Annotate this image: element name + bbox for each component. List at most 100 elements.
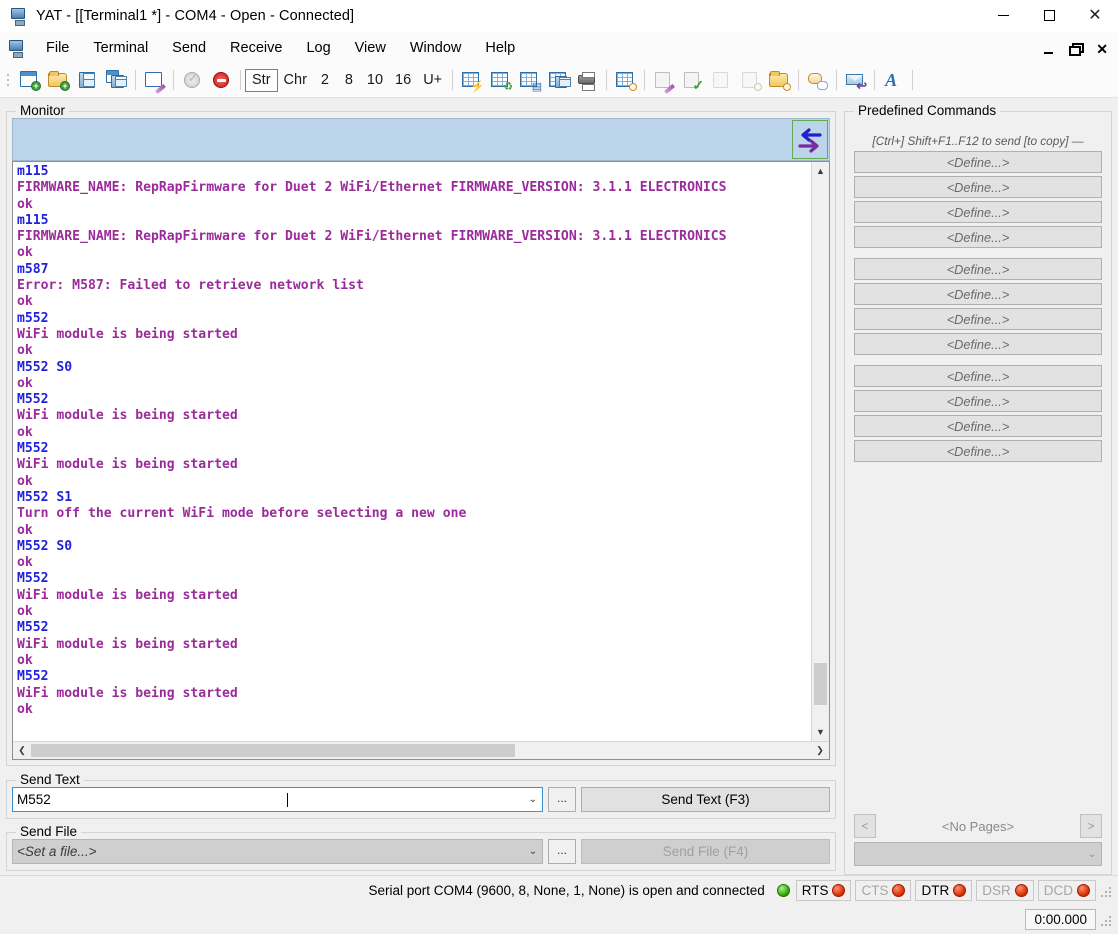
predefined-command-button-12[interactable]: <Define...> [854,440,1102,462]
signal-indicator-rts[interactable]: RTS [795,880,852,901]
terminal-horizontal-scrollbar[interactable]: ❮ ❯ [13,741,829,759]
predefined-button-group-1: <Define...> <Define...> <Define...> <Define… [854,151,1102,248]
scroll-up-icon[interactable]: ▲ [812,162,829,180]
send-text-group: Send Text M552 ⌄ ... Send Text (F3) [6,772,836,819]
send-file-value[interactable]: <Set a file...> [13,844,524,859]
signal-indicator-cts: CTS [855,880,912,901]
chevron-down-icon[interactable]: ⌄ [524,840,542,863]
menu-item-log[interactable]: Log [294,36,342,60]
predefined-command-button-8[interactable]: <Define...> [854,333,1102,355]
predefined-command-button-7[interactable]: <Define...> [854,308,1102,330]
send-text-input[interactable]: M552 ⌄ [12,787,543,812]
window-close-button[interactable]: ✕ [1072,0,1118,32]
terminal-line: ok [17,343,33,359]
terminal-line: ok [17,196,33,212]
predefined-command-button-1[interactable]: <Define...> [854,151,1102,173]
send-text-browse-button[interactable]: ... [548,787,576,812]
save-monitor-icon[interactable] [544,66,573,94]
send-text-button[interactable]: Send Text (F3) [581,787,830,812]
vertical-scroll-thumb[interactable] [814,663,827,705]
radix-bin-button[interactable]: 2 [313,69,337,92]
log-validate-icon[interactable]: ✓ [678,66,707,94]
menu-item-help[interactable]: Help [473,36,527,60]
toolbar-separator [874,70,876,90]
radix-dec-button[interactable]: 10 [361,69,389,92]
save-terminal-icon[interactable] [73,66,102,94]
predefined-command-button-4[interactable]: <Define...> [854,226,1102,248]
radix-chr-button[interactable]: Chr [278,69,313,92]
autoresponse-icon[interactable] [803,66,832,94]
chevron-down-icon[interactable]: ⌄ [524,788,542,811]
window-minimize-button[interactable] [980,0,1026,32]
mdi-restore-icon[interactable] [1069,40,1085,56]
stop-terminal-icon[interactable] [207,66,236,94]
log-open-directory-icon[interactable] [765,66,794,94]
signal-label: RTS [801,883,829,898]
format-font-icon[interactable]: A [879,66,908,94]
scroll-right-icon[interactable]: ❯ [811,742,829,759]
status-message: Serial port COM4 (9600, 8, None, 1, None… [368,883,765,898]
horizontal-scroll-thumb[interactable] [31,744,515,757]
terminal-vertical-scrollbar[interactable]: ▲ ▼ [811,162,829,741]
terminal-line: m115 [17,164,49,179]
menu-item-send[interactable]: Send [160,36,218,60]
signal-indicator-dtr[interactable]: DTR [915,880,973,901]
signal-led-icon [832,884,846,897]
page-next-button[interactable]: > [1080,814,1102,838]
window-maximize-button[interactable] [1026,0,1072,32]
toolbar-separator [912,70,914,90]
radix-oct-button[interactable]: 8 [337,69,361,92]
predefined-command-button-10[interactable]: <Define...> [854,390,1102,412]
refresh-monitor-icon[interactable]: ♻ [486,66,515,94]
predefined-command-button-9[interactable]: <Define...> [854,365,1102,387]
radix-unicode-button[interactable]: U+ [417,69,448,92]
terminal-line: m115 [17,212,49,228]
autoaction-icon[interactable]: ↩ [841,66,870,94]
predefined-command-button-5[interactable]: <Define...> [854,258,1102,280]
radix-str-button[interactable]: Str [245,68,278,92]
menu-item-file[interactable]: File [34,36,81,60]
toolbar-separator [135,70,136,90]
send-file-input[interactable]: <Set a file...> ⌄ [12,839,543,864]
predefined-command-button-11[interactable]: <Define...> [854,415,1102,437]
find-icon[interactable] [611,66,640,94]
predefined-page-combo[interactable]: ⌄ [854,842,1102,866]
predefined-command-button-2[interactable]: <Define...> [854,176,1102,198]
signal-indicator-dsr: DSR [976,880,1034,901]
terminal-output[interactable]: m115 FIRMWARE_NAME: RepRapFirmware for Du… [13,162,811,741]
predefined-command-button-3[interactable]: <Define...> [854,201,1102,223]
status-bar: Serial port COM4 (9600, 8, None, 1, None… [0,875,1118,905]
print-monitor-icon[interactable] [573,66,602,94]
log-clear-icon[interactable] [707,66,736,94]
menu-item-window[interactable]: Window [398,36,474,60]
scroll-down-icon[interactable]: ▼ [812,723,829,741]
menu-item-view[interactable]: View [343,36,398,60]
new-terminal-icon[interactable]: + [15,66,44,94]
signal-label: DCD [1043,883,1073,898]
radix-hex-button[interactable]: 16 [389,69,417,92]
log-edit-icon[interactable] [649,66,678,94]
monitor-terminal[interactable]: m115 FIRMWARE_NAME: RepRapFirmware for Du… [12,161,830,760]
menu-item-receive[interactable]: Receive [218,36,294,60]
resize-grip-icon[interactable] [1100,913,1114,927]
save-all-terminals-icon[interactable] [102,66,131,94]
mdi-close-icon[interactable]: ✕ [1096,40,1108,56]
open-terminal-icon[interactable]: + [44,66,73,94]
toolbar-grip[interactable] [4,70,12,90]
signal-label: DTR [921,883,950,898]
log-preview-icon[interactable] [736,66,765,94]
mdi-minimize-icon[interactable] [1044,40,1054,56]
terminal-settings-icon[interactable] [140,66,169,94]
send-text-value[interactable]: M552 [13,792,287,807]
toolbar-separator [606,70,608,90]
chevron-down-icon[interactable]: ⌄ [1083,843,1101,866]
send-file-browse-button[interactable]: ... [548,839,576,864]
clear-monitor-icon[interactable]: ⚡ [457,66,486,94]
predefined-command-button-6[interactable]: <Define...> [854,283,1102,305]
menu-item-terminal[interactable]: Terminal [81,36,160,60]
bidirectional-swap-icon[interactable] [792,120,828,159]
page-prev-button[interactable]: < [854,814,876,838]
scroll-left-icon[interactable]: ❮ [13,742,31,759]
start-terminal-icon[interactable] [178,66,207,94]
copy-monitor-icon[interactable]: ▤ [515,66,544,94]
